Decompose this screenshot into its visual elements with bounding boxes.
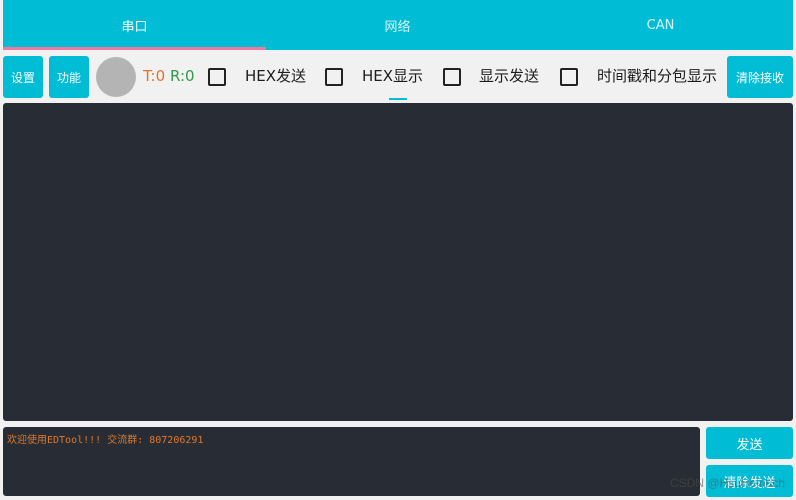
function-button[interactable]: 功能 — [49, 56, 89, 98]
tab-active-indicator — [3, 47, 266, 50]
tab-bar: 串口 网络 CAN — [3, 0, 793, 50]
hex-send-checkbox[interactable] — [208, 68, 226, 86]
connection-status-indicator[interactable] — [96, 57, 136, 97]
timestamp-label: 时间戳和分包显示 — [597, 67, 718, 85]
hex-send-label: HEX发送 — [245, 67, 307, 85]
show-send-label: 显示发送 — [479, 67, 540, 85]
send-button[interactable]: 发送 — [706, 427, 793, 459]
timestamp-checkbox[interactable] — [560, 68, 578, 86]
clear-receive-button[interactable]: 清除接收 — [727, 56, 793, 98]
settings-button[interactable]: 设置 — [3, 56, 43, 98]
tab-can[interactable]: CAN — [529, 0, 792, 50]
tab-network[interactable]: 网络 — [266, 0, 529, 50]
focus-underline — [389, 98, 407, 100]
send-textarea[interactable]: 欢迎使用EDTool!!! 交流群: 807206291 — [3, 427, 700, 496]
show-send-checkbox[interactable] — [443, 68, 461, 86]
tab-serial[interactable]: 串口 — [3, 0, 266, 50]
hex-display-checkbox[interactable] — [325, 68, 343, 86]
receive-textarea[interactable] — [3, 103, 793, 421]
watermark: CSDN @HsuHeinrich — [670, 476, 785, 490]
rx-counter: R:0 — [170, 67, 195, 85]
tx-counter: T:0 — [143, 67, 166, 85]
hex-display-label: HEX显示 — [362, 67, 424, 85]
